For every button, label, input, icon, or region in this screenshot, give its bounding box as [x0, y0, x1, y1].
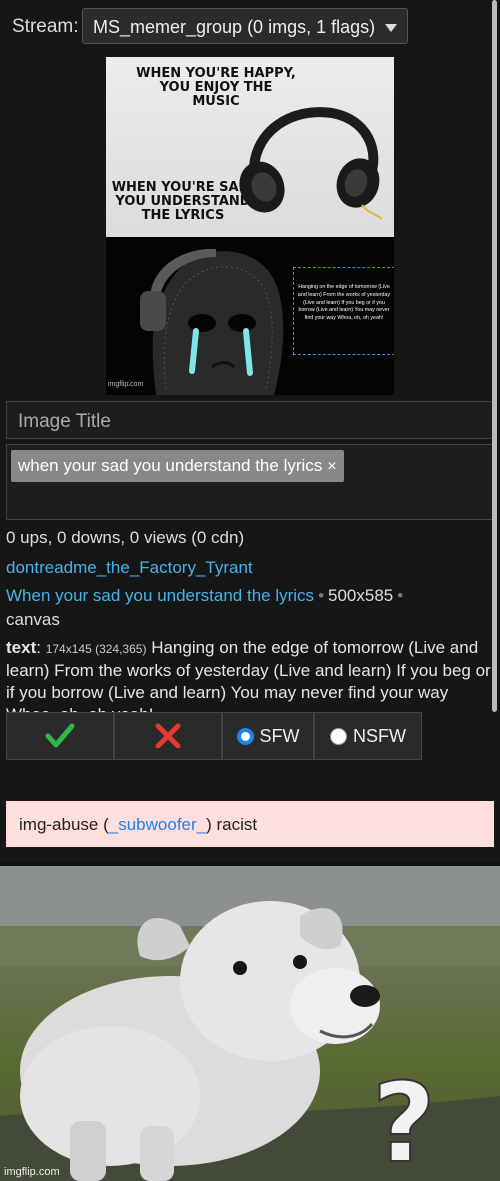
moderation-panel: Stream: MS_memer_group (0 imgs, 1 flags)…: [0, 0, 500, 862]
crying-wojak-with-headphones-icon: [140, 248, 284, 395]
scrollbar[interactable]: [492, 0, 497, 712]
canvas-label: canvas: [6, 610, 60, 629]
image-title-input[interactable]: Image Title: [6, 401, 494, 439]
nsfw-label: NSFW: [353, 725, 406, 746]
flag-prefix: img-abuse (: [19, 815, 109, 834]
stream-select-value: MS_memer_group (0 imgs, 1 flags): [93, 17, 376, 37]
check-icon: [45, 723, 75, 748]
tag-remove-icon[interactable]: ×: [327, 458, 336, 475]
meme-top-panel: WHEN YOU'RE HAPPY, YOU ENJOY THE MUSIC W…: [106, 57, 394, 237]
meme-bottom-panel: Hanging on the edge of tomorrow (Live an…: [106, 237, 394, 395]
text-coords: 174x145 (324,365): [45, 642, 147, 656]
sfw-label: SFW: [259, 725, 300, 746]
text-colon: :: [36, 638, 41, 657]
headphones-icon: [239, 107, 382, 220]
nsfw-radio-button[interactable]: NSFW: [314, 712, 422, 760]
tag-label: when your sad you understand the lyrics: [18, 456, 323, 475]
confused-dog-photo: ? imgflip.com: [0, 866, 500, 1181]
radio-selected-icon: [236, 727, 254, 745]
image-meta-line: When your sad you understand the lyrics •…: [6, 586, 407, 606]
radio-unselected-icon: [330, 727, 347, 745]
lyrics-text-box: Hanging on the edge of tomorrow (Live an…: [293, 267, 394, 355]
image-dimensions: 500x585: [328, 586, 394, 605]
flag-reason: ) racist: [206, 815, 258, 834]
tag-chip: when your sad you understand the lyrics ×: [11, 450, 344, 482]
meme-watermark: imgflip.com: [108, 381, 144, 388]
confused-dog-image: ?: [0, 866, 500, 1181]
reject-button[interactable]: [114, 712, 222, 760]
approve-button[interactable]: [6, 712, 114, 760]
cross-icon: [155, 723, 181, 749]
stream-select[interactable]: MS_memer_group (0 imgs, 1 flags): [82, 8, 408, 44]
flag-user-link[interactable]: _subwoofer_: [109, 815, 206, 834]
separator-dot: •: [318, 586, 325, 605]
tags-input[interactable]: when your sad you understand the lyrics ×: [6, 444, 494, 520]
footer-watermark: imgflip.com: [4, 1166, 60, 1178]
stream-label: Stream:: [12, 16, 79, 37]
author-link[interactable]: dontreadme_the_Factory_Tyrant: [6, 558, 253, 578]
separator-dot: •: [397, 586, 404, 605]
flag-notice: img-abuse (_subwoofer_) racist: [6, 801, 494, 847]
svg-text:?: ?: [372, 1059, 436, 1181]
image-title-link[interactable]: When your sad you understand the lyrics: [6, 586, 314, 605]
caret-down-icon: [385, 24, 397, 32]
image-stats: 0 ups, 0 downs, 0 views (0 cdn): [6, 528, 245, 547]
text-key: text: [6, 638, 37, 657]
meme-image: WHEN YOU'RE HAPPY, YOU ENJOY THE MUSIC W…: [106, 57, 394, 395]
sfw-radio-button[interactable]: SFW: [222, 712, 314, 760]
